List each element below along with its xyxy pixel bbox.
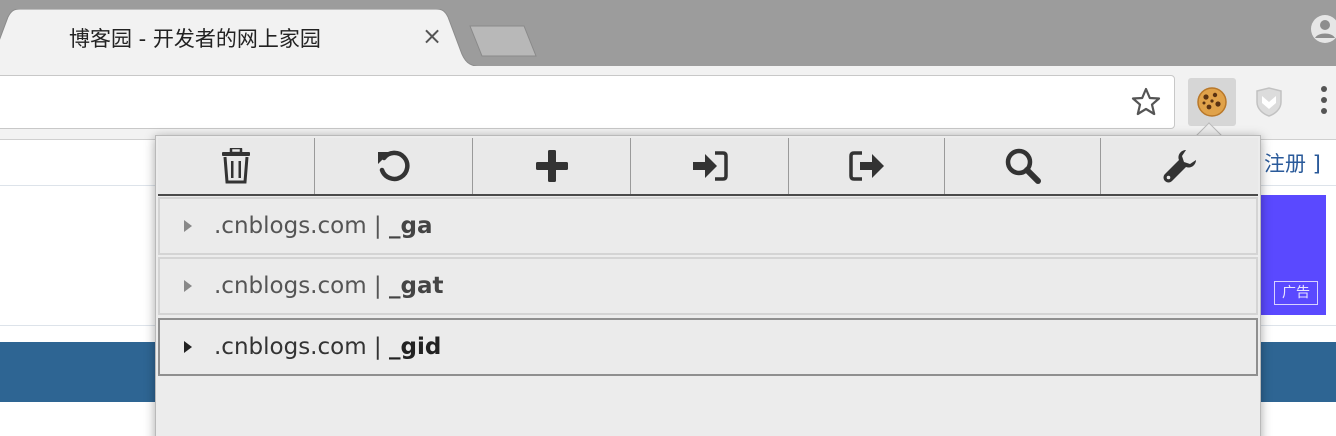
cookie-label: .cnblogs.com | _ga (214, 213, 433, 239)
wrench-icon (1163, 150, 1196, 183)
tab-title: 博客园 - 开发者的网上家园 (69, 27, 321, 51)
popup-toolbar (158, 138, 1258, 196)
address-bar[interactable] (0, 75, 1175, 129)
browser-menu-icon[interactable] (1318, 84, 1330, 120)
plus-icon (535, 150, 568, 182)
import-button[interactable] (631, 138, 789, 194)
options-button[interactable] (1101, 138, 1258, 194)
new-tab-button[interactable] (466, 24, 538, 58)
cookie-label: .cnblogs.com | _gid (214, 334, 442, 360)
reset-button[interactable] (315, 138, 473, 194)
cookie-label: .cnblogs.com | _gat (214, 273, 444, 299)
cookie-name: _gat (389, 273, 444, 299)
sign-in-icon (692, 151, 728, 181)
cookie-name: _ga (389, 213, 433, 239)
trash-icon (222, 148, 250, 184)
cookie-extension-button[interactable] (1188, 78, 1236, 126)
profile-icon[interactable] (1310, 14, 1336, 44)
undo-icon (377, 150, 410, 182)
bookmark-star-icon[interactable] (1130, 86, 1162, 118)
register-link[interactable]: 注册 ] (1264, 148, 1321, 178)
cookie-editor-popup: .cnblogs.com | _ga .cnblogs.com | _gat .… (155, 135, 1261, 436)
sign-out-icon (848, 151, 884, 181)
search-icon (1005, 148, 1041, 184)
delete-all-button[interactable] (158, 138, 315, 194)
cookie-row-gid[interactable]: .cnblogs.com | _gid (158, 318, 1258, 376)
cookie-icon (1197, 87, 1227, 117)
expand-arrow-icon[interactable] (184, 341, 192, 353)
ad-label: 广告 (1274, 281, 1318, 305)
cookie-name: _gid (389, 334, 442, 360)
search-button[interactable] (945, 138, 1101, 194)
expand-arrow-icon[interactable] (184, 280, 192, 292)
advertisement-banner[interactable]: 广告 (1258, 195, 1326, 315)
shield-extension-icon[interactable] (1253, 86, 1285, 118)
cookie-row-ga[interactable]: .cnblogs.com | _ga (158, 197, 1258, 255)
add-cookie-button[interactable] (473, 138, 631, 194)
tab-strip: 博客园 - 开发者的网上家园 × (0, 0, 1336, 67)
browser-toolbar (0, 66, 1336, 140)
export-button[interactable] (789, 138, 945, 194)
tab-close-icon[interactable]: × (422, 22, 442, 50)
cookie-row-gat[interactable]: .cnblogs.com | _gat (158, 257, 1258, 315)
expand-arrow-icon[interactable] (184, 220, 192, 232)
tab-cnblogs[interactable]: 博客园 - 开发者的网上家园 × (0, 9, 485, 67)
